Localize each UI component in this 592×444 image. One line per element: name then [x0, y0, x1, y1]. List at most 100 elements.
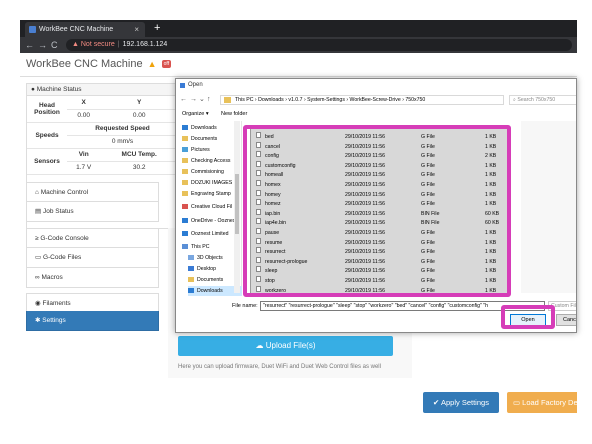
- dialog-title: Open: [188, 82, 203, 88]
- url-separator: |: [117, 41, 120, 48]
- nav-item-label: Downloads: [191, 125, 217, 131]
- breadcrumb-workbee[interactable]: WorkBee-Screw-Drive: [350, 97, 401, 103]
- cancel-button[interactable]: Cancel: [556, 314, 576, 326]
- upload-files-button[interactable]: ☁ Upload File(s): [178, 336, 393, 356]
- folder-open-icon: ▭: [513, 398, 523, 407]
- mcu-temp-value: 30.2: [100, 161, 178, 175]
- nav-scrollbar-thumb[interactable]: [235, 174, 239, 234]
- menu-machine-control[interactable]: ⌂ Machine Control: [26, 182, 159, 202]
- nav-item-label: Downloads: [197, 288, 223, 294]
- breadcrumb-this-pc[interactable]: This PC: [235, 97, 253, 103]
- reload-icon[interactable]: C: [51, 38, 58, 52]
- nav-item[interactable]: DOZUKI IMAGES: [182, 178, 236, 188]
- requested-speed-label: Requested Speed: [67, 122, 178, 136]
- not-secure-label: Not secure: [80, 41, 115, 48]
- nav-item[interactable]: OneDrive - Ooznes: [182, 216, 236, 226]
- forward-icon[interactable]: →: [38, 38, 47, 52]
- new-folder-button[interactable]: New folder: [221, 109, 247, 119]
- nav-item-label: Pictures: [191, 147, 210, 153]
- nav-item-label: Documents: [197, 277, 224, 283]
- axis-y-label: Y: [100, 96, 178, 110]
- breadcrumb-downloads[interactable]: Downloads: [258, 97, 284, 103]
- folder-icon: [188, 277, 194, 282]
- highlight-open-button: [501, 305, 555, 329]
- organize-button[interactable]: Organize ▾: [182, 109, 209, 119]
- breadcrumb-750x750[interactable]: 750x750: [405, 97, 425, 103]
- url-text: 192.168.1.124: [122, 41, 168, 48]
- nav-item-label: Ooznest Limited: [191, 231, 229, 237]
- menu-job-status-label: Job Status: [42, 208, 74, 215]
- preview-pane: [521, 121, 576, 293]
- nav-item-label: Creative Cloud Fil: [191, 204, 233, 210]
- back-icon[interactable]: ←: [25, 38, 34, 52]
- file-name-label: File name:: [232, 303, 258, 309]
- vin-label: Vin: [67, 148, 101, 162]
- browser-navbar: ← → C ▲ Not secure | 192.168.1.124: [20, 37, 577, 53]
- creative-cloud-icon: [182, 204, 188, 209]
- search-input[interactable]: ⌕ Search 750x750: [509, 95, 576, 105]
- print-icon: ▤: [35, 208, 43, 215]
- check-icon: ✔: [433, 398, 441, 407]
- app-header: WorkBee CNC Machine ▲ off: [20, 53, 577, 77]
- nav-item[interactable]: Ooznest Limited: [182, 229, 236, 239]
- menu-machine-control-label: Machine Control: [40, 189, 89, 196]
- browser-tab[interactable]: WorkBee CNC Machine ×: [25, 22, 145, 37]
- menu-macros[interactable]: ∞ Macros: [26, 268, 159, 288]
- browser-tab-bar: WorkBee CNC Machine × +: [20, 20, 577, 37]
- cube-icon: [188, 255, 194, 260]
- menu-gcode-files[interactable]: ▭ G-Code Files: [26, 248, 159, 268]
- sensors-label: Sensors: [27, 148, 67, 175]
- apply-settings-button[interactable]: ✔ Apply Settings: [423, 392, 499, 413]
- load-factory-defaults-label: Load Factory De: [522, 398, 577, 407]
- folder-icon: [182, 136, 188, 141]
- dialog-forward-icon[interactable]: →: [190, 94, 197, 106]
- nav-item-label: Documents: [191, 136, 218, 142]
- status-badge: off: [161, 60, 172, 69]
- folder-icon: [182, 169, 188, 174]
- nav-item[interactable]: Downloads: [182, 123, 236, 133]
- axis-x-value: 0.00: [67, 109, 101, 123]
- nav-item[interactable]: Engraving Stamp: [182, 189, 236, 199]
- highlight-selected-files: [243, 125, 511, 297]
- tab-close-icon[interactable]: ×: [134, 22, 139, 37]
- breadcrumb-system-settings[interactable]: System-Settings: [307, 97, 345, 103]
- menu-settings-label: Settings: [42, 317, 66, 324]
- dialog-recent-icon[interactable]: ⌄: [199, 94, 205, 106]
- favicon-icon: [29, 26, 36, 33]
- dialog-app-icon: [180, 83, 185, 88]
- load-factory-defaults-button[interactable]: ▭ Load Factory De: [507, 392, 577, 413]
- menu-gcode-console[interactable]: ≥ G-Code Console: [26, 228, 159, 248]
- new-tab-button[interactable]: +: [154, 22, 160, 35]
- nav-item[interactable]: Creative Cloud Fil: [182, 202, 236, 212]
- file-icon: ▭: [35, 254, 43, 261]
- machine-status-title: Machine Status: [36, 86, 82, 93]
- address-bar[interactable]: ▲ Not secure | 192.168.1.124: [66, 39, 572, 51]
- desktop-icon: [188, 266, 194, 271]
- download-icon: [182, 125, 188, 130]
- nav-item[interactable]: This PC: [182, 242, 236, 252]
- speeds-label: Speeds: [27, 122, 67, 149]
- menu-filaments[interactable]: ◉ Filaments: [26, 293, 159, 313]
- machine-status-heading: ● Machine Status: [27, 84, 178, 96]
- nav-item[interactable]: Checking Access: [182, 156, 236, 166]
- onedrive-icon: [182, 218, 188, 223]
- download-icon: [188, 288, 194, 293]
- dialog-titlebar: Open: [176, 79, 576, 92]
- dialog-back-icon[interactable]: ←: [180, 94, 187, 106]
- dialog-toolbar: Organize ▾ New folder: [176, 109, 576, 119]
- dialog-up-icon[interactable]: ↑: [207, 94, 211, 106]
- menu-job-status[interactable]: ▤ Job Status: [26, 202, 159, 222]
- menu-settings[interactable]: ✱ Settings: [26, 311, 159, 331]
- app-title: WorkBee CNC Machine ▲ off: [26, 58, 172, 70]
- nav-item-label: Commisioning: [191, 169, 224, 175]
- apply-settings-label: Apply Settings: [441, 398, 489, 407]
- mcu-temp-label: MCU Temp.: [100, 148, 178, 162]
- folder-icon: [182, 191, 188, 196]
- nav-item[interactable]: Pictures: [182, 145, 236, 155]
- dialog-navigation: ← → ⌄ ↑ This PC › Downloads › v1.0.7 › S…: [176, 94, 576, 106]
- nav-item-label: Checking Access: [191, 158, 231, 164]
- path-breadcrumb[interactable]: This PC › Downloads › v1.0.7 › System-Se…: [220, 95, 504, 105]
- breadcrumb-version[interactable]: v1.0.7: [288, 97, 302, 103]
- nav-item[interactable]: Commisioning: [182, 167, 236, 177]
- nav-item[interactable]: Documents: [182, 134, 236, 144]
